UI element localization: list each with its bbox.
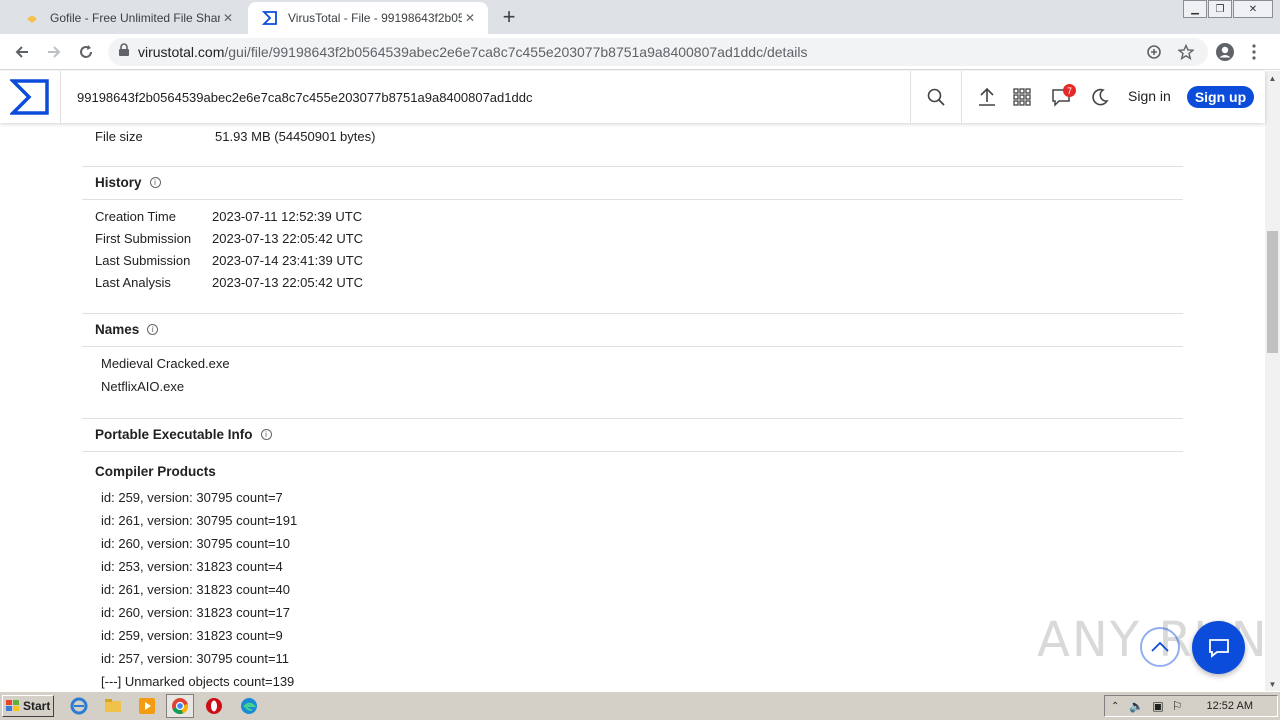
back-icon[interactable] — [10, 40, 34, 64]
compiler-product-item: id: 261, version: 31823 count=40 — [101, 582, 291, 597]
history-label: Last Submission — [95, 253, 191, 268]
history-value: 2023-07-14 23:41:39 UTC — [212, 253, 364, 268]
gofile-favicon-icon — [24, 10, 40, 26]
chrome-taskbar-button[interactable] — [166, 694, 194, 718]
restore-icon[interactable]: ❐ — [1208, 0, 1232, 18]
info-icon[interactable]: i — [260, 429, 272, 440]
new-tab-button[interactable]: + — [498, 4, 520, 29]
tab-title: VirusTotal - File - 99198643f2b0564539ab… — [288, 11, 462, 25]
chrome-icon — [172, 698, 189, 715]
history-label: First Submission — [95, 231, 192, 246]
tab-title: Gofile - Free Unlimited File Sharing and… — [50, 11, 220, 25]
divider — [82, 199, 1183, 200]
history-section-title: History i — [95, 175, 161, 190]
sign-up-button[interactable]: Sign up — [1187, 86, 1254, 108]
windows-taskbar: Start ⌃ 🔈 ▣ ⚐ 12:52 AM — [0, 691, 1280, 720]
compiler-product-item: id: 260, version: 30795 count=10 — [101, 536, 291, 551]
hash-search-input[interactable]: 99198643f2b0564539abec2e6e7ca8c7c455e203… — [60, 71, 910, 123]
history-value: 2023-07-13 22:05:42 UTC — [212, 275, 364, 290]
tab-virustotal[interactable]: VirusTotal - File - 99198643f2b0564539ab… — [248, 2, 488, 34]
file-name-item: Medieval Cracked.exe — [101, 356, 230, 371]
divider — [82, 166, 1183, 167]
names-section-title: Names i — [95, 322, 159, 337]
file-size-value: 51.93 MB (54450901 bytes) — [215, 129, 376, 144]
close-tab-icon[interactable]: ✕ — [462, 10, 478, 26]
close-tab-icon[interactable]: ✕ — [220, 10, 236, 26]
pe-info-section-title: Portable Executable Info i — [95, 427, 272, 442]
compiler-product-item: id: 259, version: 31823 count=9 — [101, 628, 283, 643]
internet-explorer-icon[interactable] — [70, 697, 88, 715]
upload-icon[interactable] — [975, 85, 999, 109]
action-center-flag-icon[interactable]: ⚐ — [1172, 699, 1183, 713]
divider — [82, 451, 1183, 452]
scrollbar-thumb[interactable] — [1267, 231, 1278, 353]
dark-mode-moon-icon[interactable] — [1088, 85, 1112, 109]
virustotal-favicon-icon — [262, 10, 278, 26]
menu-kebab-icon[interactable] — [1242, 40, 1266, 64]
compiler-product-item: id: 261, version: 30795 count=191 — [101, 513, 298, 528]
opera-icon[interactable] — [205, 697, 223, 715]
history-label: Last Analysis — [95, 275, 171, 290]
url-text: virustotal.com/gui/file/99198643f2b05645… — [138, 44, 808, 60]
scroll-to-top-icon[interactable] — [1140, 627, 1180, 667]
file-details-content: File size 51.93 MB (54450901 bytes) Hist… — [82, 123, 1183, 691]
edge-icon[interactable] — [240, 697, 258, 715]
scroll-up-arrow-icon[interactable]: ▲ — [1265, 71, 1280, 85]
notification-badge: 7 — [1063, 84, 1076, 97]
chat-feedback-button[interactable] — [1192, 621, 1245, 674]
profile-icon[interactable] — [1213, 40, 1237, 64]
file-name-item: NetflixAIO.exe — [101, 379, 185, 394]
info-icon[interactable]: i — [147, 324, 159, 335]
browser-toolbar: virustotal.com/gui/file/99198643f2b05645… — [0, 34, 1280, 70]
apps-grid-icon[interactable] — [1010, 85, 1034, 109]
compiler-product-item: [---] Unmarked objects count=139 — [101, 674, 295, 689]
info-icon[interactable]: i — [149, 177, 161, 188]
file-size-label: File size — [95, 129, 143, 144]
divider — [82, 313, 1183, 314]
compiler-product-item: id: 257, version: 30795 count=11 — [101, 651, 290, 666]
media-player-icon[interactable] — [138, 697, 156, 715]
bookmark-star-icon[interactable] — [1174, 40, 1198, 64]
reload-icon[interactable] — [74, 40, 98, 64]
compiler-products-title: Compiler Products — [95, 464, 216, 479]
forward-icon[interactable] — [42, 40, 66, 64]
start-button[interactable]: Start — [2, 695, 54, 717]
volume-icon[interactable]: 🔈 — [1129, 699, 1144, 713]
divider — [82, 418, 1183, 419]
close-window-icon[interactable]: ✕ — [1233, 0, 1273, 18]
minimize-icon[interactable]: ▁ — [1183, 0, 1207, 18]
scroll-down-arrow-icon[interactable]: ▼ — [1265, 677, 1280, 691]
history-label: Creation Time — [95, 209, 176, 224]
virustotal-logo-icon[interactable] — [8, 77, 50, 117]
tray-expand-icon[interactable]: ⌃ — [1111, 701, 1119, 712]
lock-icon — [118, 42, 130, 62]
file-explorer-icon[interactable] — [104, 697, 122, 715]
tab-gofile[interactable]: Gofile - Free Unlimited File Sharing and… — [10, 2, 246, 34]
address-bar[interactable]: virustotal.com/gui/file/99198643f2b05645… — [108, 38, 1208, 66]
compiler-product-item: id: 260, version: 31823 count=17 — [101, 605, 291, 620]
divider — [82, 346, 1183, 347]
history-value: 2023-07-11 12:52:39 UTC — [212, 209, 363, 224]
page-scrollbar[interactable]: ▲ ▼ — [1265, 71, 1280, 691]
search-icon[interactable] — [910, 71, 962, 123]
compiler-product-item: id: 253, version: 31823 count=4 — [101, 559, 283, 574]
vt-header: 99198643f2b0564539abec2e6e7ca8c7c455e203… — [0, 71, 1265, 123]
clock[interactable]: 12:52 AM — [1207, 700, 1253, 712]
compiler-product-item: id: 259, version: 30795 count=7 — [101, 490, 283, 505]
windows-logo-icon — [6, 700, 20, 712]
history-value: 2023-07-13 22:05:42 UTC — [212, 231, 364, 246]
system-tray: ⌃ 🔈 ▣ ⚐ 12:52 AM — [1104, 695, 1278, 717]
sign-in-link[interactable]: Sign in — [1128, 88, 1171, 104]
browser-tab-strip: Gofile - Free Unlimited File Sharing and… — [0, 0, 1280, 34]
zoom-icon[interactable] — [1142, 40, 1166, 64]
network-icon[interactable]: ▣ — [1152, 699, 1163, 713]
